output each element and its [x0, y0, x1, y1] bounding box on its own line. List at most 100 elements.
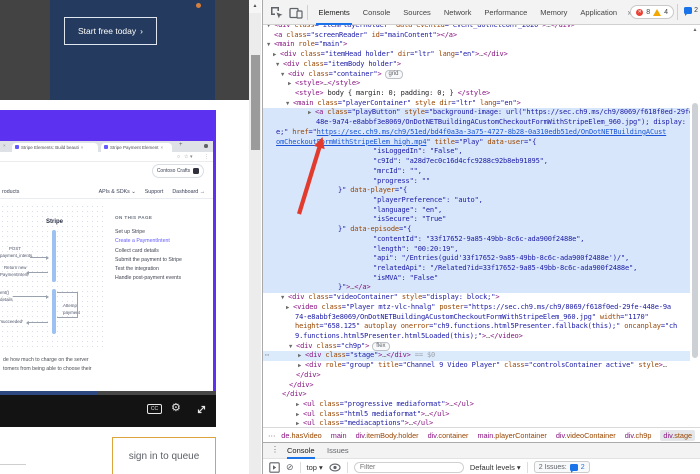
- code-token: ="videoContainer": [329, 293, 398, 301]
- code-token: class: [304, 70, 328, 78]
- devtools-tab-sources[interactable]: Sources: [397, 0, 438, 25]
- breadcrumb-item[interactable]: div.itemBody.holder: [356, 431, 419, 440]
- fullscreen-button[interactable]: [195, 403, 208, 416]
- gutter-dots-icon[interactable]: ⋯: [265, 351, 269, 361]
- devtools-tab-console[interactable]: Console: [356, 0, 397, 25]
- breadcrumb-item[interactable]: div.videoContainer: [556, 431, 616, 440]
- issues-badge[interactable]: 2: [684, 7, 698, 14]
- breadcrumb-item[interactable]: div.stage: [660, 430, 695, 441]
- elements-tree-line[interactable]: "relatedApi": "/Related?id=33f17652-9a85…: [263, 264, 691, 274]
- elements-tree-line[interactable]: "mrcId": "",: [263, 167, 691, 177]
- breadcrumb-item[interactable]: main: [331, 431, 347, 440]
- scroll-up-arrow[interactable]: ▲: [249, 0, 261, 13]
- elements-tree-line[interactable]: ▶<style>…</style>: [263, 79, 691, 89]
- elements-tree-line[interactable]: "isMVA": "False": [263, 274, 691, 284]
- breadcrumb-item[interactable]: main.playerContainer: [477, 431, 546, 440]
- elements-tree-line[interactable]: ▼<main role="main">: [263, 40, 691, 50]
- code-token: ="itemHead holder": [321, 50, 394, 58]
- toc-item: Handle post-payment events: [115, 274, 182, 283]
- elements-tree-line[interactable]: 9.functions.html5Presenter.html5Loaded(t…: [263, 332, 691, 342]
- devtools-tab-memory[interactable]: Memory: [534, 0, 574, 25]
- kebab-menu-icon[interactable]: ⋮: [271, 445, 279, 454]
- devtools-scrollbar[interactable]: ▲: [690, 25, 700, 427]
- elements-tree-line[interactable]: ▶<ul class="progressive mediaformat">…</…: [263, 400, 691, 410]
- elements-tree-line[interactable]: 48e-9a74-e8abbf3e8069/OnDotNETBuildingAC…: [263, 118, 691, 128]
- context-dropdown[interactable]: top ▾: [307, 463, 323, 472]
- code-token: ="html5 mediaformat": [340, 410, 421, 418]
- issues-bubble-icon: [570, 464, 578, 471]
- elements-tree-line[interactable]: e;" href="https://sec.ch9.ms/ch9/51ed/bd…: [263, 128, 691, 138]
- console-filter-input[interactable]: [354, 462, 464, 473]
- elements-tree-line[interactable]: </div>: [263, 390, 691, 400]
- elements-tree-line[interactable]: ▼<div class="itemBody holder">: [263, 60, 691, 70]
- elements-tree-line[interactable]: ▶<div role="group" title="Channel 9 Vide…: [263, 361, 691, 371]
- code-token: >: [377, 70, 381, 78]
- elements-tree-line[interactable]: "api": "/Entries(guid'33f17652-9a85-49bb…: [263, 254, 691, 264]
- issues-counter-button[interactable]: 2 Issues: 2: [534, 461, 590, 473]
- elements-tree-line[interactable]: ▼<div class="ch9p">flex: [263, 342, 691, 352]
- breadcrumb-item[interactable]: de.hasVideo: [281, 431, 321, 440]
- elements-tree-line[interactable]: ▶<ul class="html5 mediaformat">…</ul>: [263, 410, 691, 420]
- elements-tree-line[interactable]: ▶<video class="Player mtz-vlc-hnalg" pos…: [263, 303, 691, 313]
- code-token: <div: [274, 25, 290, 29]
- page-scrollbar[interactable]: ▲: [249, 0, 261, 474]
- inspect-element-icon[interactable]: [270, 6, 284, 20]
- tab-console[interactable]: Console: [287, 443, 315, 459]
- page-scrollbar-thumb[interactable]: [251, 55, 260, 150]
- video-browser-addressbar: ○ ☆ ▾ ⋮: [0, 152, 213, 162]
- elements-tree-line[interactable]: }" data-episode="{: [263, 225, 691, 235]
- video-purple-right-edge: [213, 110, 216, 392]
- elements-tree-line[interactable]: "playerPreference": "auto",: [263, 196, 691, 206]
- clear-console-icon[interactable]: ⊘: [286, 463, 294, 472]
- elements-tree-line[interactable]: }">…</a>: [263, 283, 691, 293]
- code-token: ="Play": [455, 138, 483, 146]
- elements-tree-line[interactable]: "progress": "": [263, 177, 691, 187]
- tab-issues[interactable]: Issues: [327, 443, 349, 459]
- breadcrumb-overflow-icon[interactable]: ⋯: [268, 431, 275, 440]
- sign-in-to-queue-button[interactable]: sign in to queue: [112, 437, 216, 474]
- elements-tree-line[interactable]: "isLoggedIn": "False",: [263, 147, 691, 157]
- elements-tree-line[interactable]: ▶<a class="playButton" style="background…: [263, 108, 691, 118]
- eye-icon[interactable]: [329, 463, 341, 472]
- code-token: "progress": "": [373, 177, 430, 185]
- layout-badge[interactable]: flex: [372, 342, 389, 351]
- elements-tree-line[interactable]: ▶<ul class="mediacaptions">…</ul>: [263, 419, 691, 427]
- error-warning-badge[interactable]: ✕ 8 4: [630, 5, 674, 19]
- elements-tree-line[interactable]: ▼<div class="container">grid: [263, 70, 691, 80]
- scroll-up-arrow[interactable]: ▲: [690, 25, 700, 35]
- device-toolbar-icon[interactable]: [289, 6, 303, 20]
- elements-tree-line[interactable]: }" data-player="{: [263, 186, 691, 196]
- elements-tree-line[interactable]: </div>: [263, 371, 691, 381]
- code-token: </div>: [296, 371, 320, 379]
- elements-tree-line[interactable]: "c9Id": "a28d7ec0c16d4cfc9288c92b8eb9189…: [263, 157, 691, 167]
- devtools-tab-performance[interactable]: Performance: [478, 0, 534, 25]
- resource-link[interactable]: omCheckoutFormWithStripeElem_high.mp4: [276, 138, 426, 146]
- elements-tree-line[interactable]: ▼<main class="playerContainer" style dir…: [263, 99, 691, 109]
- elements-tree-line[interactable]: "language": "en",: [263, 206, 691, 216]
- console-sidebar-icon[interactable]: [269, 462, 280, 473]
- elements-tree-line[interactable]: "contentId": "33f17652-9a85-49bb-8c6c-ad…: [263, 235, 691, 245]
- elements-tree-line[interactable]: ▶<div class="itemHead holder" dir="ltr" …: [263, 50, 691, 60]
- resource-link[interactable]: https://sec.ch9.ms/ch9/51ed/bd4f0a3a-3a7…: [317, 128, 667, 136]
- layout-badge[interactable]: grid: [385, 70, 403, 79]
- devtools-scrollbar-thumb[interactable]: [692, 103, 698, 358]
- settings-gear-button[interactable]: ⚙: [171, 401, 181, 414]
- elements-tree-line[interactable]: "length": "00:20:19",: [263, 245, 691, 255]
- elements-tree-line[interactable]: "isSecure": "True": [263, 215, 691, 225]
- elements-tree-line[interactable]: 74-e8abbf3e8069/OnDotNETBuildingACustomC…: [263, 313, 691, 323]
- log-levels-dropdown[interactable]: Default levels ▾: [470, 463, 521, 472]
- elements-tree-line[interactable]: <a class="screenReader" id="mainContent"…: [263, 31, 691, 41]
- elements-tree-line[interactable]: <style> body { margin: 0; padding: 0; } …: [263, 89, 691, 99]
- devtools-tab-network[interactable]: Network: [437, 0, 478, 25]
- elements-tree-line[interactable]: </div>: [263, 381, 691, 391]
- elements-tree-line[interactable]: height="658.125" autoplay onerror="ch9.f…: [263, 322, 691, 332]
- closed-captions-button[interactable]: CC: [147, 404, 162, 414]
- devtools-tab-application[interactable]: Application: [574, 0, 624, 25]
- devtools-tab-elements[interactable]: Elements: [312, 0, 356, 25]
- breadcrumb-item[interactable]: div.ch9p: [625, 431, 652, 440]
- elements-tree-line[interactable]: ▼<div class="videoContainer" style="disp…: [263, 293, 691, 303]
- breadcrumb-item[interactable]: div.container: [428, 431, 469, 440]
- start-free-today-button[interactable]: Start free today›: [64, 17, 157, 45]
- elements-tree-line[interactable]: ⋯▶<div class="stage">…</div> == $0: [263, 351, 691, 361]
- elements-tree-line[interactable]: omCheckoutFormWithStripeElem_high.mp4" t…: [263, 138, 691, 148]
